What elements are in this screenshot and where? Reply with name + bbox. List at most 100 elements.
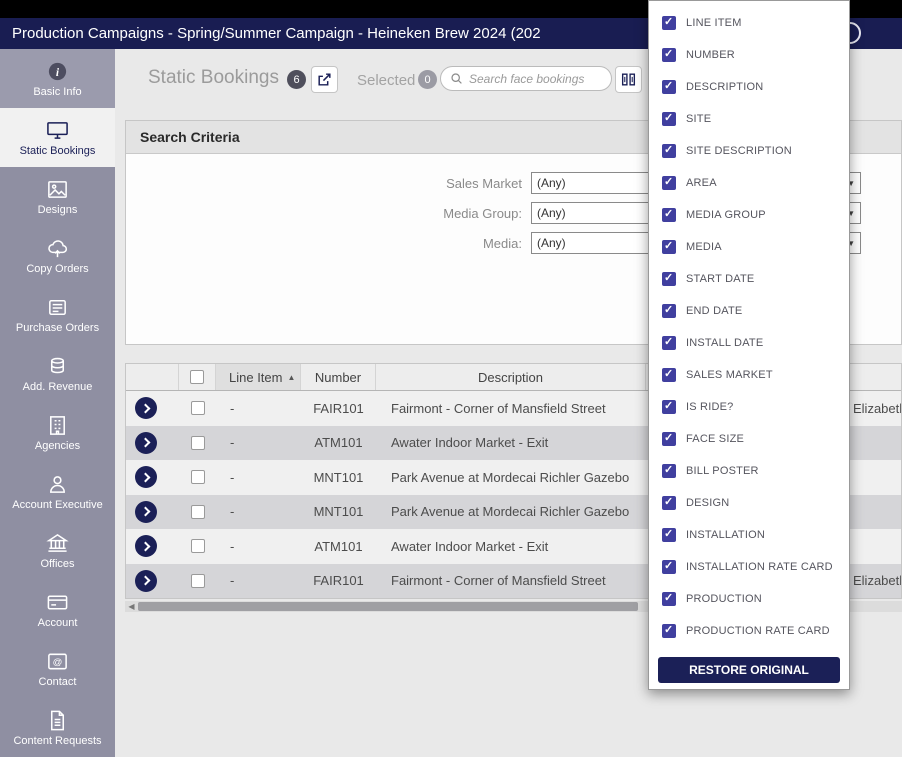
checkbox-checked-icon <box>662 111 676 126</box>
row-checkbox[interactable] <box>190 470 205 485</box>
column-header-number[interactable]: Number <box>301 364 376 390</box>
checkbox-checked-icon <box>662 175 676 190</box>
image-icon <box>48 180 67 198</box>
row-checkbox[interactable] <box>190 435 205 450</box>
select-all-checkbox[interactable] <box>190 370 204 384</box>
sidebar-item-copy-orders[interactable]: Copy Orders <box>0 226 115 285</box>
row-checkbox[interactable] <box>190 573 205 588</box>
column-option-label: FACE SIZE <box>686 433 745 445</box>
column-option-label: IS RIDE? <box>686 401 734 413</box>
sidebar-item-basic-info[interactable]: i Basic Info <box>0 49 115 108</box>
line-item-cell: - <box>230 400 235 416</box>
expand-column-header <box>126 364 179 390</box>
column-option-number[interactable]: NUMBER <box>649 39 849 71</box>
column-option-production-rate-card[interactable]: PRODUCTION RATE CARD <box>649 615 849 647</box>
expand-row-button[interactable] <box>135 397 157 420</box>
column-chooser-panel: LINE ITEM NUMBER DESCRIPTION SITE SITE D… <box>648 0 850 690</box>
selected-label: Selected <box>357 72 416 89</box>
checkbox-checked-icon <box>662 495 676 510</box>
description-cell: Fairmont - Corner of Mansfield Street <box>391 400 606 416</box>
search-input[interactable] <box>469 71 602 86</box>
column-header-description[interactable]: Description <box>376 364 646 390</box>
column-option-label: BILL POSTER <box>686 465 759 477</box>
count-badge: 6 <box>287 70 306 89</box>
sidebar-item-static-bookings[interactable]: Static Bookings <box>0 108 115 167</box>
row-checkbox[interactable] <box>190 504 205 519</box>
scrollbar-thumb[interactable] <box>138 602 638 611</box>
number-cell: FAIR101 <box>313 573 364 589</box>
column-option-label: PRODUCTION RATE CARD <box>686 625 830 637</box>
column-option-label: PRODUCTION <box>686 593 762 605</box>
column-option-is-ride[interactable]: IS RIDE? <box>649 391 849 423</box>
column-option-line-item[interactable]: LINE ITEM <box>649 7 849 39</box>
contact-card-icon: @ <box>48 653 67 669</box>
sidebar-item-agencies[interactable]: Agencies <box>0 403 115 462</box>
column-option-start-date[interactable]: START DATE <box>649 263 849 295</box>
column-option-face-size[interactable]: FACE SIZE <box>649 423 849 455</box>
description-cell: Park Avenue at Mordecai Richler Gazebo <box>391 504 630 520</box>
sidebar-item-account[interactable]: Account <box>0 580 115 639</box>
sidebar-item-purchase-orders[interactable]: Purchase Orders <box>0 285 115 344</box>
export-button[interactable] <box>311 66 338 93</box>
cloud-upload-icon <box>48 239 68 257</box>
column-option-production[interactable]: PRODUCTION <box>649 583 849 615</box>
sidebar: i Basic Info Static Bookings Designs Cop… <box>0 49 115 757</box>
sidebar-item-account-executive[interactable]: Account Executive <box>0 462 115 521</box>
checkbox-checked-icon <box>662 143 676 158</box>
sidebar-item-designs[interactable]: Designs <box>0 167 115 226</box>
line-item-cell: - <box>230 538 235 554</box>
row-checkbox[interactable] <box>190 539 205 554</box>
column-option-end-date[interactable]: END DATE <box>649 295 849 327</box>
select-column-header <box>179 364 216 390</box>
row-checkbox[interactable] <box>190 401 205 416</box>
sidebar-item-label: Copy Orders <box>26 262 89 275</box>
export-icon <box>318 73 331 86</box>
sidebar-item-label: Offices <box>40 557 75 570</box>
checkbox-checked-icon <box>662 559 676 574</box>
sidebar-item-add-revenue[interactable]: Add. Revenue <box>0 344 115 403</box>
chevron-right-icon <box>140 575 150 586</box>
sidebar-item-label: Account Executive <box>12 498 103 511</box>
sales-market-label: Sales Market <box>446 175 522 191</box>
expand-row-button[interactable] <box>135 500 157 523</box>
column-option-label: INSTALLATION <box>686 529 766 541</box>
column-option-design[interactable]: DESIGN <box>649 487 849 519</box>
column-option-installation-rate-card[interactable]: INSTALLATION RATE CARD <box>649 551 849 583</box>
column-option-area[interactable]: AREA <box>649 167 849 199</box>
select-value: (Any) <box>537 176 566 190</box>
column-option-label: SITE <box>686 113 712 125</box>
column-option-label: DESIGN <box>686 497 730 509</box>
column-option-media-group[interactable]: MEDIA GROUP <box>649 199 849 231</box>
expand-row-button[interactable] <box>135 466 157 489</box>
select-value: (Any) <box>537 206 566 220</box>
chevron-right-icon <box>140 437 150 448</box>
checkbox-checked-icon <box>662 239 676 254</box>
number-cell: MNT101 <box>313 504 364 520</box>
column-option-site-description[interactable]: SITE DESCRIPTION <box>649 135 849 167</box>
column-option-description[interactable]: DESCRIPTION <box>649 71 849 103</box>
column-option-label: LINE ITEM <box>686 17 742 29</box>
column-option-media[interactable]: MEDIA <box>649 231 849 263</box>
column-option-install-date[interactable]: INSTALL DATE <box>649 327 849 359</box>
scroll-left-icon[interactable]: ◀ <box>125 602 138 611</box>
sidebar-item-content-requests[interactable]: Content Requests <box>0 698 115 757</box>
sidebar-item-offices[interactable]: Offices <box>0 521 115 580</box>
restore-original-button[interactable]: RESTORE ORIGINAL <box>658 657 840 683</box>
column-option-bill-poster[interactable]: BILL POSTER <box>649 455 849 487</box>
number-cell: ATM101 <box>314 538 363 554</box>
chevron-right-icon <box>140 506 150 517</box>
coins-icon <box>50 357 65 373</box>
column-option-label: MEDIA GROUP <box>686 209 766 221</box>
bank-icon <box>46 533 69 552</box>
expand-row-button[interactable] <box>135 569 157 592</box>
building-icon <box>50 415 65 435</box>
column-chooser-button[interactable] <box>615 66 642 93</box>
column-option-sales-market[interactable]: SALES MARKET <box>649 359 849 391</box>
expand-row-button[interactable] <box>135 535 157 558</box>
column-option-site[interactable]: SITE <box>649 103 849 135</box>
column-header-line-item[interactable]: Line Item ▲ <box>216 364 301 390</box>
checkbox-checked-icon <box>662 271 676 286</box>
sidebar-item-contact[interactable]: @ Contact <box>0 639 115 698</box>
column-option-installation[interactable]: INSTALLATION <box>649 519 849 551</box>
expand-row-button[interactable] <box>135 431 157 454</box>
